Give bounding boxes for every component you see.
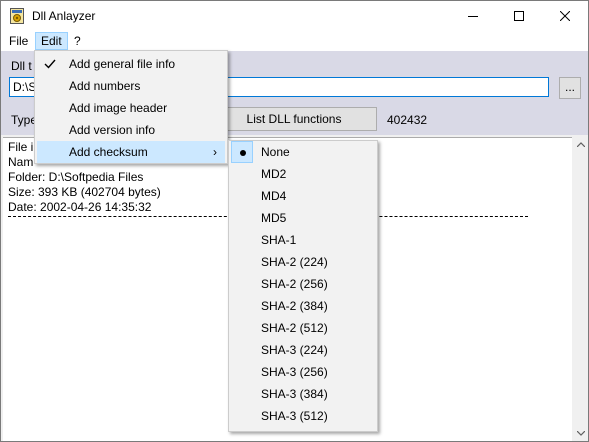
output-line: Date: 2002-04-26 14:35:32 bbox=[8, 200, 152, 214]
output-line: Size: 393 KB (402704 bytes) bbox=[8, 185, 161, 199]
menu-help[interactable]: ? bbox=[69, 32, 86, 50]
checksum-option-md2[interactable]: MD2 bbox=[231, 163, 375, 185]
checksum-option-sha3-224[interactable]: SHA-3 (224) bbox=[231, 339, 375, 361]
maximize-button[interactable] bbox=[496, 1, 542, 31]
checksum-option-sha2-384[interactable]: SHA-2 (384) bbox=[231, 295, 375, 317]
edit-dropdown-menu: Add general file info Add numbers Add im… bbox=[34, 50, 228, 164]
dll-app-icon bbox=[10, 8, 24, 24]
submenu-arrow-icon: › bbox=[213, 145, 217, 159]
checkmark-icon bbox=[44, 59, 56, 69]
menu-item-add-checksum[interactable]: Add checksum › bbox=[37, 141, 225, 163]
menu-item-label: Add version info bbox=[69, 123, 156, 137]
dll-file-label: Dll t bbox=[11, 59, 32, 73]
menu-item-label: Add checksum bbox=[69, 145, 148, 159]
checksum-option-label: MD5 bbox=[261, 211, 287, 225]
chevron-down-icon bbox=[576, 431, 585, 436]
chevron-up-icon bbox=[576, 142, 585, 147]
radio-bullet-box bbox=[231, 141, 253, 163]
menu-item-add-numbers[interactable]: Add numbers bbox=[37, 75, 225, 97]
maximize-icon bbox=[514, 11, 524, 21]
file-size-count: 402432 bbox=[387, 113, 428, 127]
checksum-option-label: MD2 bbox=[261, 167, 287, 181]
checksum-option-sha1[interactable]: SHA-1 bbox=[231, 229, 375, 251]
scroll-up-button[interactable] bbox=[573, 137, 588, 152]
checksum-option-md5[interactable]: MD5 bbox=[231, 207, 375, 229]
title-bar[interactable]: Dll Anlayzer bbox=[1, 1, 588, 31]
checksum-option-sha2-512[interactable]: SHA-2 (512) bbox=[231, 317, 375, 339]
output-line: Folder: D:\Softpedia Files bbox=[8, 170, 144, 184]
checksum-submenu: None MD2 MD4 MD5 SHA-1 SHA-2 (224) SHA-2… bbox=[228, 140, 378, 432]
menu-item-add-image-header[interactable]: Add image header bbox=[37, 97, 225, 119]
close-icon bbox=[560, 11, 570, 21]
menu-item-label: Add image header bbox=[69, 101, 168, 115]
browse-button[interactable]: ... bbox=[559, 77, 581, 99]
vertical-scrollbar[interactable] bbox=[573, 137, 588, 441]
checksum-option-label: None bbox=[261, 145, 290, 159]
checksum-option-label: MD4 bbox=[261, 189, 287, 203]
checksum-option-none[interactable]: None bbox=[231, 141, 375, 163]
checksum-option-label: SHA-2 (384) bbox=[261, 299, 328, 313]
close-button[interactable] bbox=[542, 1, 588, 31]
minimize-button[interactable] bbox=[450, 1, 496, 31]
checksum-option-label: SHA-3 (512) bbox=[261, 409, 328, 423]
menu-item-add-general-file-info[interactable]: Add general file info bbox=[37, 53, 225, 75]
checksum-option-label: SHA-1 bbox=[261, 233, 297, 247]
scroll-down-button[interactable] bbox=[573, 426, 588, 441]
menu-file[interactable]: File bbox=[4, 32, 33, 50]
menu-edit[interactable]: Edit bbox=[35, 32, 68, 50]
minimize-icon bbox=[468, 16, 478, 17]
menu-item-label: Add general file info bbox=[69, 57, 176, 71]
checksum-option-label: SHA-2 (256) bbox=[261, 277, 328, 291]
checksum-option-sha3-512[interactable]: SHA-3 (512) bbox=[231, 405, 375, 427]
checksum-option-label: SHA-3 (384) bbox=[261, 387, 328, 401]
checksum-option-md4[interactable]: MD4 bbox=[231, 185, 375, 207]
window-title: Dll Anlayzer bbox=[32, 9, 96, 23]
output-line: Nam bbox=[8, 155, 34, 169]
checksum-option-label: SHA-3 (224) bbox=[261, 343, 328, 357]
menu-item-add-version-info[interactable]: Add version info bbox=[37, 119, 225, 141]
checksum-option-sha3-384[interactable]: SHA-3 (384) bbox=[231, 383, 375, 405]
radio-bullet-icon bbox=[240, 150, 246, 156]
menu-item-label: Add numbers bbox=[69, 79, 141, 93]
checksum-option-sha2-224[interactable]: SHA-2 (224) bbox=[231, 251, 375, 273]
checksum-option-sha3-256[interactable]: SHA-3 (256) bbox=[231, 361, 375, 383]
checksum-option-label: SHA-3 (256) bbox=[261, 365, 328, 379]
menu-bar: File Edit ? bbox=[1, 31, 588, 51]
checksum-option-label: SHA-2 (512) bbox=[261, 321, 328, 335]
checksum-option-sha2-256[interactable]: SHA-2 (256) bbox=[231, 273, 375, 295]
checksum-option-label: SHA-2 (224) bbox=[261, 255, 328, 269]
list-dll-functions-button[interactable]: List DLL functions bbox=[211, 107, 377, 131]
